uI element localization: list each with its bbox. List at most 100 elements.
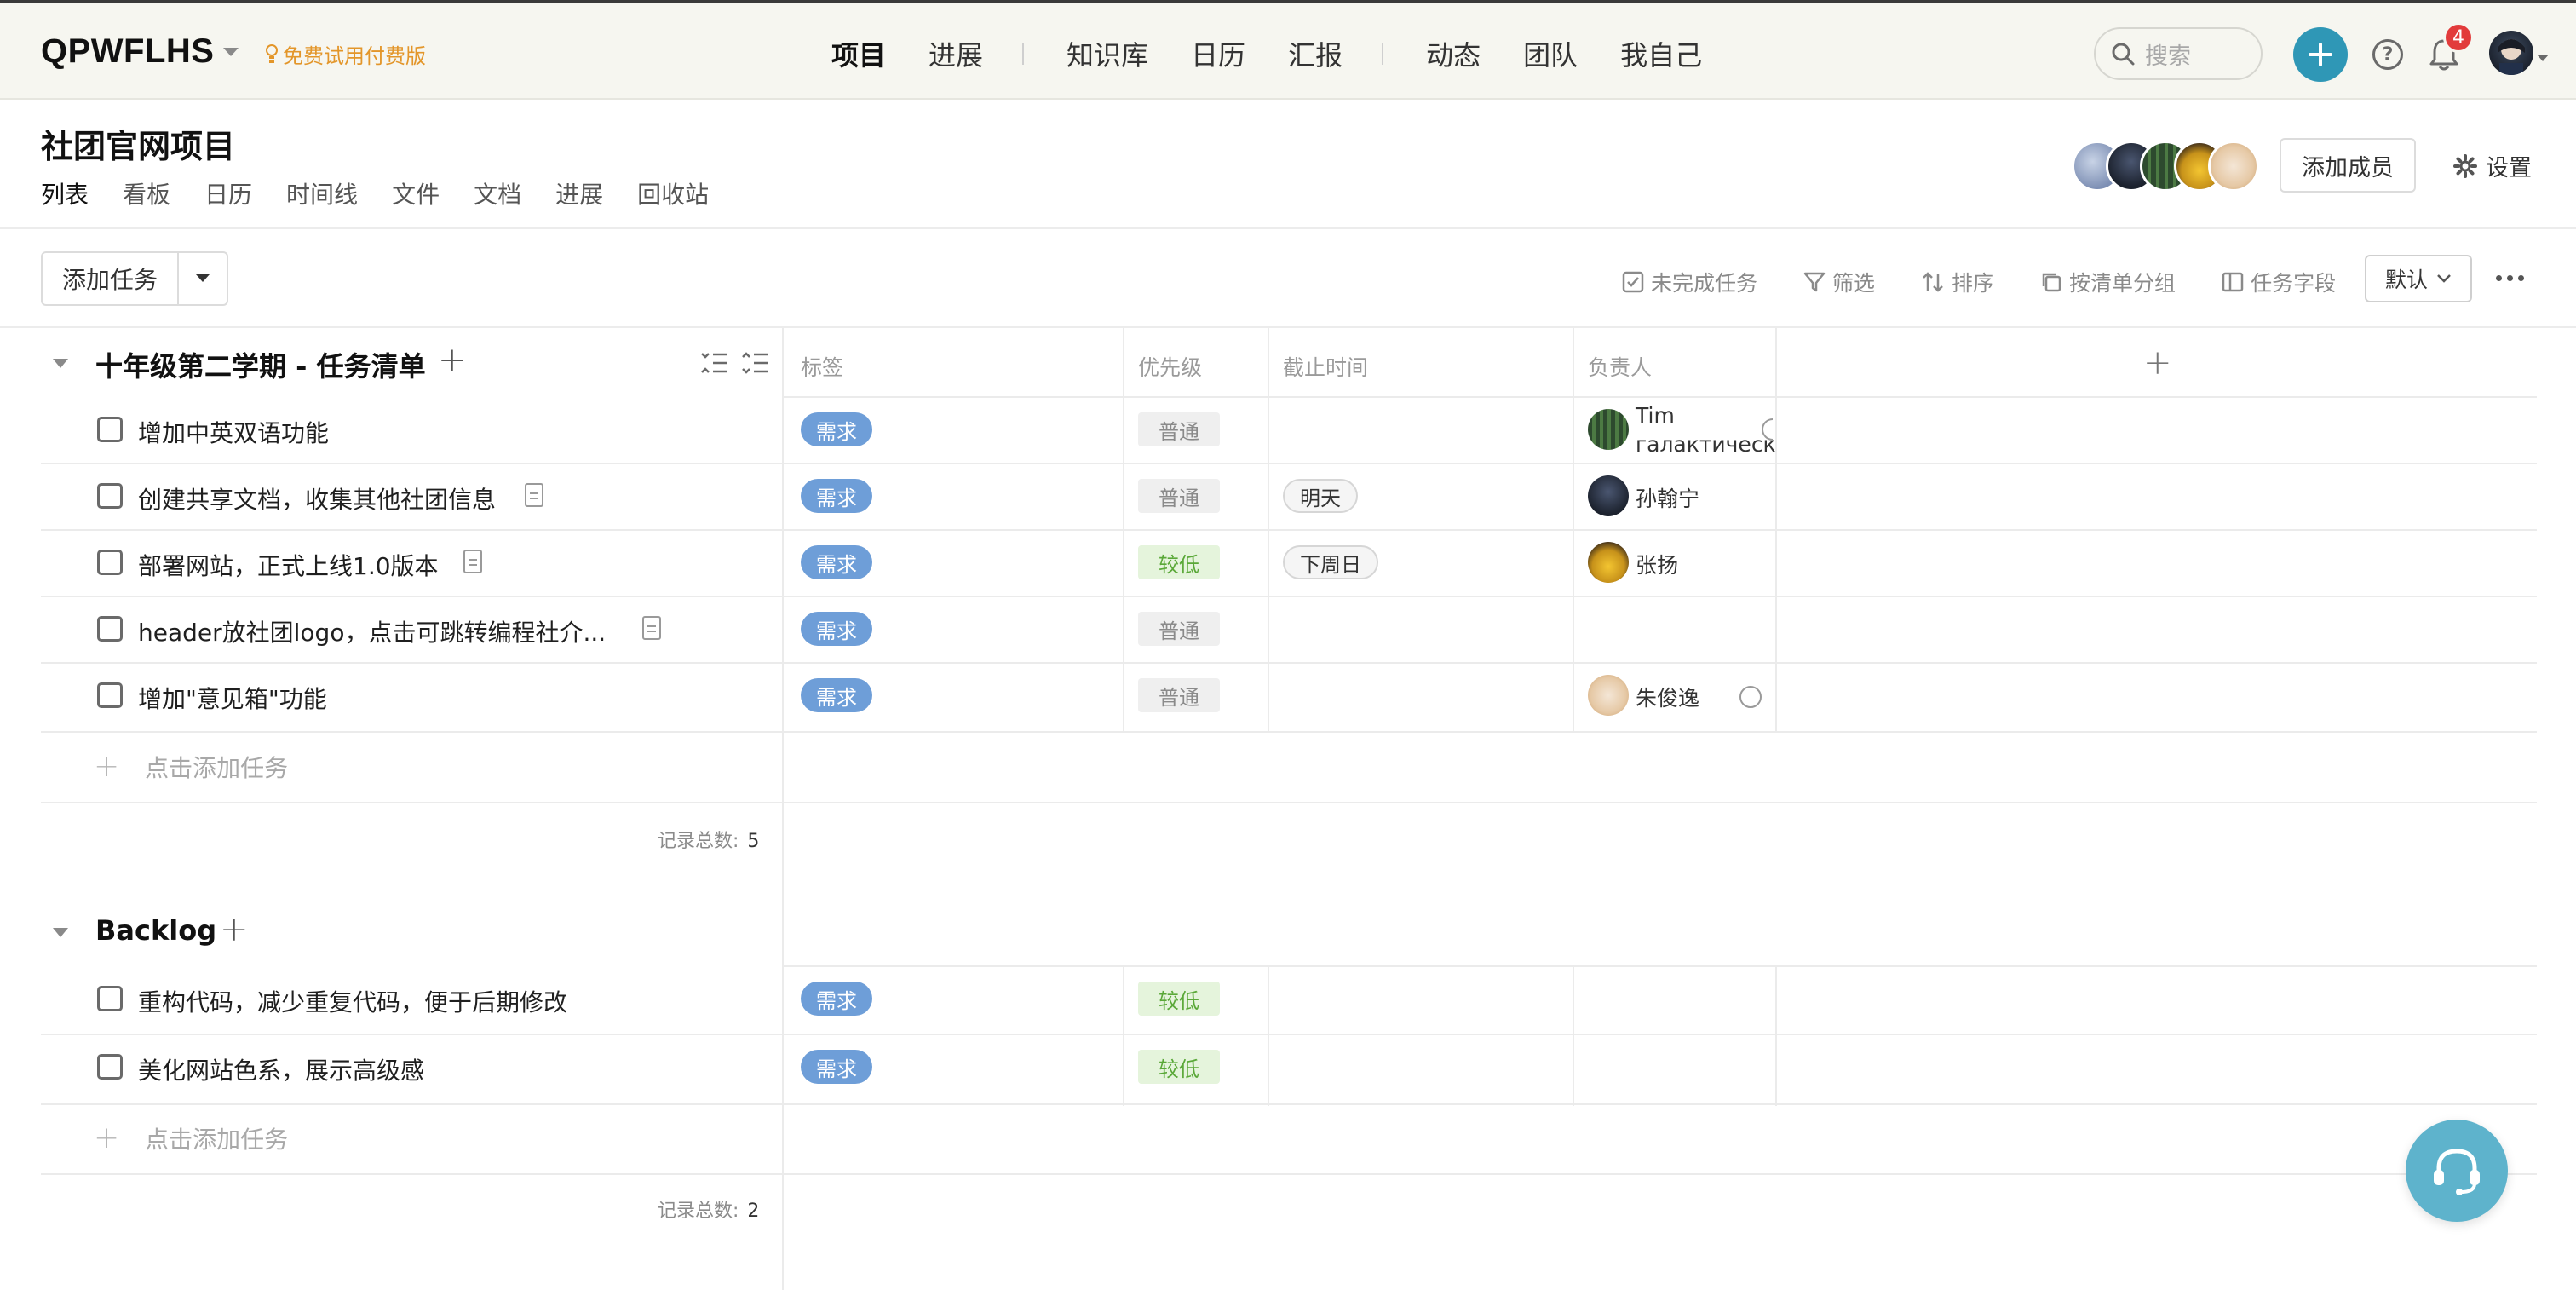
add-task-label: 点击添加任务 — [145, 1125, 289, 1154]
nav-calendar[interactable]: 日历 — [1191, 34, 1245, 73]
group-title[interactable]: 十年级第二学期 - 任务清单 — [95, 345, 426, 384]
group-title[interactable]: Backlog — [95, 914, 216, 947]
member-avatars[interactable] — [2072, 141, 2259, 192]
add-column-button[interactable]: + — [2143, 343, 2172, 383]
tag-badge[interactable]: 需求 — [801, 412, 872, 446]
nav-progress[interactable]: 进展 — [929, 34, 983, 73]
task-name[interactable]: 增加"意见箱"功能 — [138, 681, 327, 715]
due-date-badge[interactable]: 下周日 — [1283, 545, 1378, 579]
collapse-group-icon[interactable] — [53, 359, 68, 368]
view-select-value: 默认 — [2384, 268, 2428, 292]
help-icon[interactable]: ? — [2372, 39, 2403, 70]
group-by-list-button[interactable]: 按清单分组 — [2040, 267, 2176, 297]
member-avatar[interactable] — [2208, 141, 2259, 192]
task-name[interactable]: 重构代码，减少重复代码，便于后期修改 — [138, 984, 567, 1018]
priority-badge[interactable]: 普通 — [1138, 612, 1220, 646]
task-name[interactable]: 增加中英双语功能 — [138, 415, 329, 449]
task-checkbox[interactable] — [97, 986, 123, 1011]
row-divider — [41, 1103, 2537, 1105]
task-fields-button[interactable]: 任务字段 — [2222, 267, 2336, 297]
assignee-name[interactable]: 朱俊逸 — [1636, 682, 1699, 712]
collapse-all-icon[interactable] — [741, 350, 770, 376]
filter-button[interactable]: 筛选 — [1803, 267, 1875, 297]
nav-team[interactable]: 团队 — [1523, 34, 1578, 73]
chevron-down-icon — [2437, 274, 2451, 283]
add-to-group-icon[interactable]: + — [438, 343, 467, 377]
column-header-priority[interactable]: 优先级 — [1138, 351, 1202, 382]
priority-badge[interactable]: 较低 — [1138, 982, 1220, 1016]
column-header-assignee[interactable]: 负责人 — [1588, 351, 1652, 382]
user-menu-caret-icon[interactable] — [2537, 55, 2549, 61]
priority-badge[interactable]: 普通 — [1138, 479, 1220, 513]
tab-calendar[interactable]: 日历 — [204, 176, 252, 210]
tab-progress[interactable]: 进展 — [555, 176, 603, 210]
add-task-row[interactable]: + 点击添加任务 — [94, 1120, 288, 1155]
priority-badge[interactable]: 普通 — [1138, 412, 1220, 446]
priority-badge[interactable]: 较低 — [1138, 545, 1220, 579]
settings-button[interactable]: 设置 — [2453, 149, 2532, 182]
nav-projects[interactable]: 项目 — [831, 34, 886, 73]
expand-all-icon[interactable] — [700, 350, 729, 376]
view-select[interactable]: 默认 — [2365, 255, 2472, 302]
trial-link[interactable]: 免费试用付费版 — [266, 39, 426, 69]
row-divider — [41, 1034, 2537, 1035]
task-checkbox[interactable] — [97, 483, 123, 509]
assignee-name[interactable]: Tim галактическ — [1636, 401, 1776, 459]
document-icon[interactable] — [642, 616, 661, 640]
tab-timeline[interactable]: 时间线 — [286, 176, 358, 210]
collapse-group-icon[interactable] — [53, 928, 68, 937]
more-options-icon[interactable] — [2496, 275, 2524, 281]
task-checkbox[interactable] — [97, 1054, 123, 1080]
task-checkbox[interactable] — [97, 616, 123, 642]
nav-knowledge-base[interactable]: 知识库 — [1067, 34, 1148, 73]
task-checkbox[interactable] — [97, 417, 123, 442]
task-name[interactable]: 创建共享文档，收集其他社团信息 — [138, 481, 496, 515]
task-name[interactable]: 部署网站，正式上线1.0版本 — [138, 548, 439, 582]
add-task-dropdown[interactable] — [179, 253, 227, 304]
create-button[interactable] — [2293, 27, 2348, 82]
priority-badge[interactable]: 普通 — [1138, 678, 1220, 712]
row-divider — [782, 396, 2537, 398]
workspace-name[interactable]: QPWFLHS — [41, 32, 214, 71]
tab-list[interactable]: 列表 — [41, 176, 89, 210]
column-header-due[interactable]: 截止时间 — [1283, 351, 1368, 382]
status-circle-icon[interactable] — [1739, 686, 1762, 708]
tag-badge[interactable]: 需求 — [801, 545, 872, 579]
nav-myself[interactable]: 我自己 — [1620, 34, 1702, 73]
tab-files[interactable]: 文件 — [392, 176, 440, 210]
workspace-dropdown-icon[interactable] — [223, 48, 239, 56]
tag-badge[interactable]: 需求 — [801, 982, 872, 1016]
tab-board[interactable]: 看板 — [123, 176, 170, 210]
task-name[interactable]: 美化网站色系，展示高级感 — [138, 1052, 424, 1086]
priority-badge[interactable]: 较低 — [1138, 1050, 1220, 1084]
tag-badge[interactable]: 需求 — [801, 1050, 872, 1084]
tab-docs[interactable]: 文档 — [474, 176, 521, 210]
document-icon[interactable] — [463, 550, 482, 573]
add-task-label: 点击添加任务 — [145, 753, 289, 782]
task-checkbox[interactable] — [97, 550, 123, 575]
tag-badge[interactable]: 需求 — [801, 612, 872, 646]
task-checkbox[interactable] — [97, 682, 123, 708]
customer-support-button[interactable] — [2406, 1120, 2508, 1222]
tab-trash[interactable]: 回收站 — [637, 176, 709, 210]
add-to-group-icon[interactable]: + — [220, 913, 249, 947]
incomplete-tasks-filter[interactable]: 未完成任务 — [1622, 267, 1757, 297]
task-name[interactable]: header放社团logo，点击可跳转编程社介... — [138, 614, 606, 648]
user-avatar[interactable] — [2489, 31, 2533, 75]
nav-activity[interactable]: 动态 — [1426, 34, 1481, 73]
column-header-tag[interactable]: 标签 — [801, 351, 843, 382]
add-task-button[interactable]: 添加任务 — [43, 253, 179, 304]
column-divider — [782, 328, 784, 1290]
sort-label: 排序 — [1952, 271, 1995, 296]
add-task-row[interactable]: + 点击添加任务 — [94, 749, 288, 784]
add-member-button[interactable]: 添加成员 — [2280, 138, 2416, 193]
assignee-name[interactable]: 张扬 — [1636, 549, 1678, 579]
search-input[interactable]: 搜索 — [2094, 27, 2263, 80]
tag-badge[interactable]: 需求 — [801, 479, 872, 513]
document-icon[interactable] — [525, 483, 543, 507]
assignee-name[interactable]: 孙翰宁 — [1636, 482, 1699, 513]
nav-reports[interactable]: 汇报 — [1288, 34, 1343, 73]
sort-button[interactable]: 排序 — [1921, 267, 1994, 297]
tag-badge[interactable]: 需求 — [801, 678, 872, 712]
due-date-badge[interactable]: 明天 — [1283, 479, 1358, 513]
